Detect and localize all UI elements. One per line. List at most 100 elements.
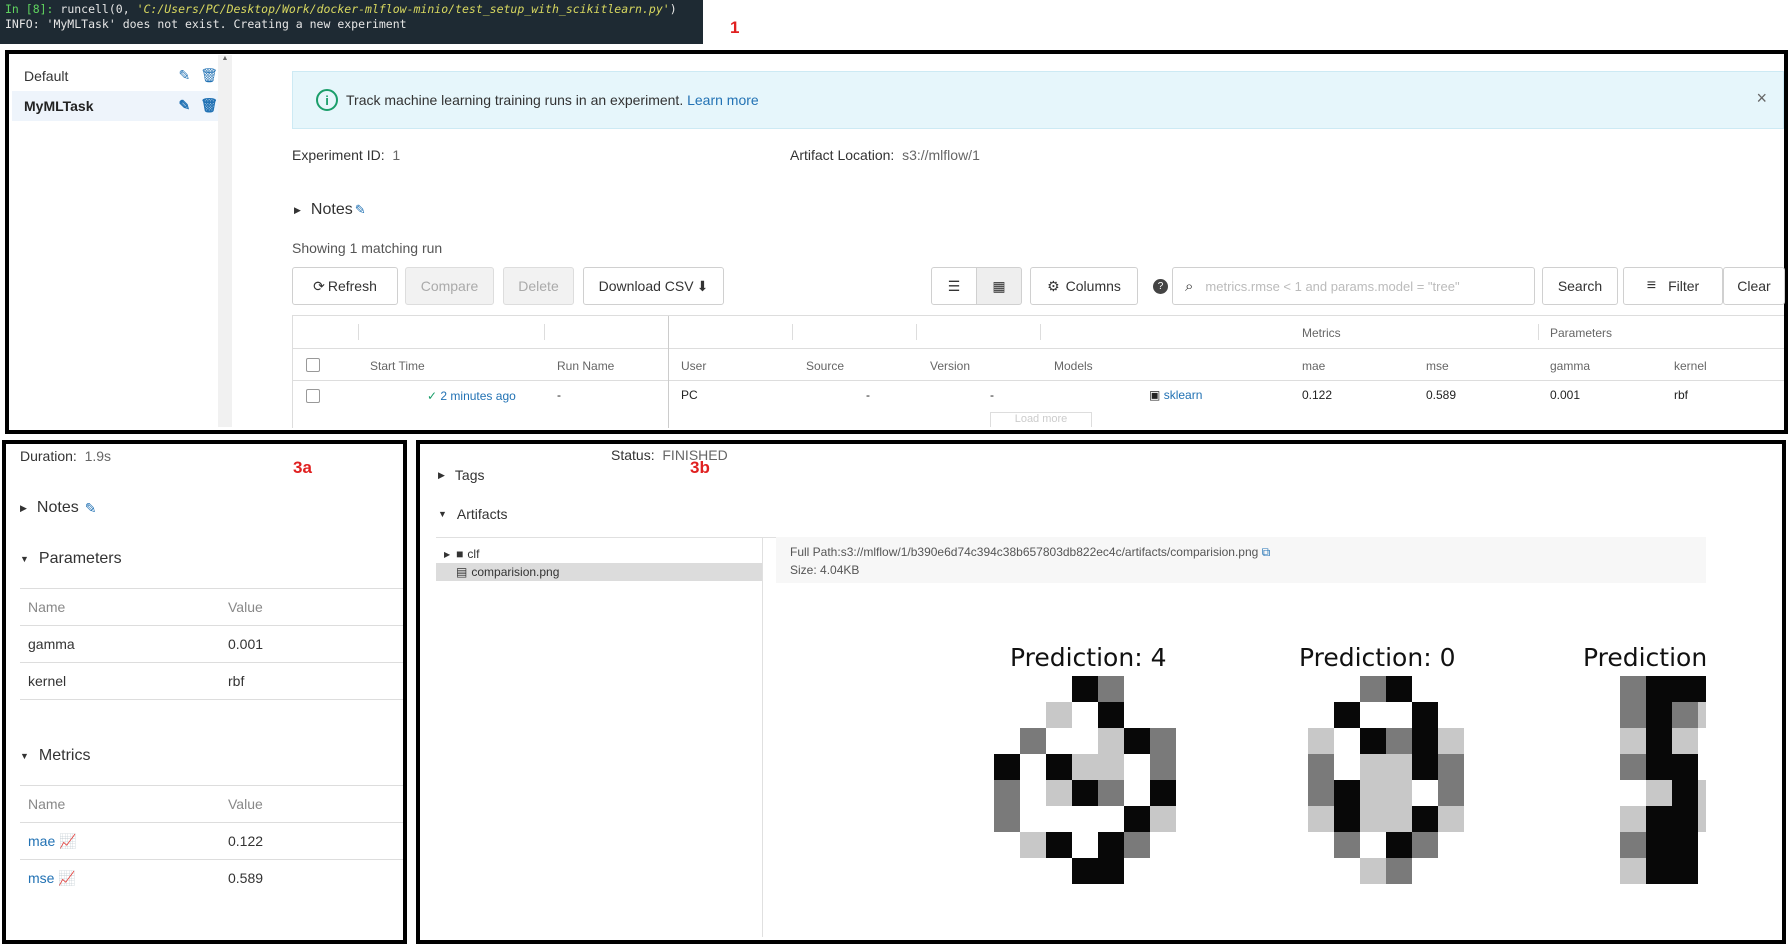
model-link[interactable]: sklearn — [1164, 388, 1203, 402]
digit-pixel — [1334, 702, 1360, 728]
refresh-button[interactable]: ⟳ Refresh — [292, 267, 398, 305]
digit-pixel — [1072, 676, 1098, 702]
parameters-group-header: Parameters — [1550, 326, 1613, 340]
metric-name[interactable]: mse — [28, 870, 54, 886]
load-more-button[interactable]: Load more — [990, 412, 1092, 427]
sidebar-item-label: Default — [24, 68, 69, 84]
duration-label: Duration: — [20, 448, 77, 464]
experiment-sidebar: Default ✎ 🗑 MyMLTask ✎ 🗑 — [12, 55, 219, 427]
tags-toggle[interactable]: ▶ Tags — [438, 467, 485, 483]
list-view-button[interactable]: ☰ — [931, 267, 977, 305]
run-start-time[interactable]: ✓ 2 minutes ago — [427, 389, 516, 403]
digit-pixel — [1150, 806, 1176, 832]
column-user[interactable]: User — [681, 359, 706, 373]
run-notes-toggle[interactable]: ▶ Notes ✎ — [20, 499, 96, 517]
check-circle-icon: ✓ — [427, 389, 438, 403]
run-status: Status: FINISHED — [611, 447, 728, 463]
run-notes-label: Notes — [36, 499, 79, 516]
chart-icon[interactable]: 📈 — [59, 833, 76, 849]
sidebar-item-mymltask[interactable]: MyMLTask ✎ 🗑 — [12, 91, 218, 121]
digit-pixel — [1438, 806, 1464, 832]
column-run-name[interactable]: Run Name — [557, 359, 614, 373]
learn-more-link[interactable]: Learn more — [687, 92, 759, 108]
clear-button[interactable]: Clear — [1723, 267, 1785, 305]
param-name: gamma — [28, 636, 75, 652]
digit-pixel — [1646, 780, 1672, 806]
digit-pixel — [1360, 780, 1386, 806]
metrics-toggle[interactable]: ▼ Metrics — [20, 747, 90, 765]
digit-pixel — [1386, 832, 1412, 858]
row-checkbox[interactable] — [306, 389, 320, 403]
metric-name[interactable]: mae — [28, 833, 55, 849]
experiment-id-label: Experiment ID: — [292, 147, 385, 163]
close-icon[interactable]: × — [1756, 88, 1767, 109]
notes-toggle[interactable]: ▶ Notes ✎ — [294, 201, 366, 219]
column-source[interactable]: Source — [806, 359, 844, 373]
digit-pixel — [1386, 780, 1412, 806]
digit-pixel — [1360, 728, 1386, 754]
metric-mae-link[interactable]: mae 📈 — [28, 833, 77, 850]
filter-button[interactable]: ≡ Filter — [1623, 267, 1723, 305]
sidebar-item-default[interactable]: Default ✎ 🗑 — [12, 61, 218, 91]
compare-button[interactable]: Compare — [405, 267, 494, 305]
download-csv-button[interactable]: Download CSV ⬇ — [583, 267, 724, 305]
full-path-value: s3://mlflow/1/b390e6d74c394c38b657803db8… — [840, 545, 1259, 559]
select-all-checkbox[interactable] — [306, 358, 320, 372]
delete-button[interactable]: Delete — [503, 267, 574, 305]
edit-icon[interactable]: ✎ — [85, 500, 97, 517]
copy-icon[interactable]: ⧉ — [1262, 545, 1271, 559]
metric-value: 0.122 — [228, 833, 264, 849]
columns-button[interactable]: ⚙ Columns — [1030, 267, 1138, 305]
digit-pixel — [1150, 780, 1176, 806]
terminal-prompt: In [8]: — [5, 2, 54, 16]
digit-pixel — [1046, 780, 1072, 806]
column-mae[interactable]: mae — [1302, 359, 1325, 373]
column-mse[interactable]: mse — [1426, 359, 1449, 373]
digit-pixel — [1438, 728, 1464, 754]
digit-pixel — [1360, 806, 1386, 832]
search-button[interactable]: Search — [1542, 267, 1618, 305]
model-icon: ▣ — [1149, 388, 1161, 402]
start-time-text: 2 minutes ago — [440, 389, 516, 403]
tree-item-file[interactable]: ▤ comparision.png — [436, 563, 762, 581]
edit-icon[interactable]: ✎ — [178, 97, 190, 114]
chart-icon[interactable]: 📈 — [58, 870, 75, 886]
help-icon[interactable]: ? — [1153, 279, 1168, 294]
table-view-button[interactable]: ▦ — [976, 267, 1022, 305]
edit-icon[interactable]: ✎ — [355, 202, 366, 218]
artifact-tree: ▶ ■ clf ▤ comparision.png — [436, 537, 763, 937]
digit-pixel — [1620, 832, 1646, 858]
caret-down-icon: ▼ — [438, 509, 447, 519]
metrics-group-header: Metrics — [1302, 326, 1341, 340]
artifact-location-value: s3://mlflow/1 — [902, 147, 980, 163]
tree-item-label: comparision.png — [471, 565, 560, 579]
parameters-toggle[interactable]: ▼ Parameters — [20, 550, 122, 568]
caret-right-icon: ▶ — [444, 549, 451, 559]
artifacts-toggle[interactable]: ▼ Artifacts — [438, 506, 508, 522]
digit-pixel — [1334, 806, 1360, 832]
column-gamma[interactable]: gamma — [1550, 359, 1590, 373]
model-cell[interactable]: ▣ sklearn — [1149, 388, 1202, 402]
metric-mse-link[interactable]: mse 📈 — [28, 870, 76, 887]
sidebar-scrollbar[interactable]: ▲ — [218, 55, 232, 427]
search-icon: ⌕ — [1185, 277, 1194, 295]
refresh-icon: ⟳ — [313, 277, 325, 294]
mae-cell: 0.122 — [1302, 388, 1333, 402]
trash-icon[interactable]: 🗑 — [200, 97, 218, 114]
tree-item-folder[interactable]: ▶ ■ clf — [436, 545, 762, 563]
digit-pixel — [1438, 754, 1464, 780]
search-input[interactable] — [1203, 277, 1534, 295]
column-version[interactable]: Version — [930, 359, 970, 373]
download-label: Download CSV — [598, 278, 694, 294]
experiment-id: Experiment ID: 1 — [292, 147, 400, 163]
digit-pixel — [1620, 702, 1646, 728]
edit-icon[interactable]: ✎ — [178, 67, 190, 84]
digit-pixel — [1334, 780, 1360, 806]
refresh-label: Refresh — [327, 278, 377, 294]
digit-pixel — [1412, 702, 1438, 728]
column-kernel[interactable]: kernel — [1674, 359, 1707, 373]
column-models[interactable]: Models — [1054, 359, 1093, 373]
column-start-time[interactable]: Start Time — [370, 359, 425, 373]
param-value: rbf — [228, 673, 245, 689]
trash-icon[interactable]: 🗑 — [200, 67, 218, 84]
